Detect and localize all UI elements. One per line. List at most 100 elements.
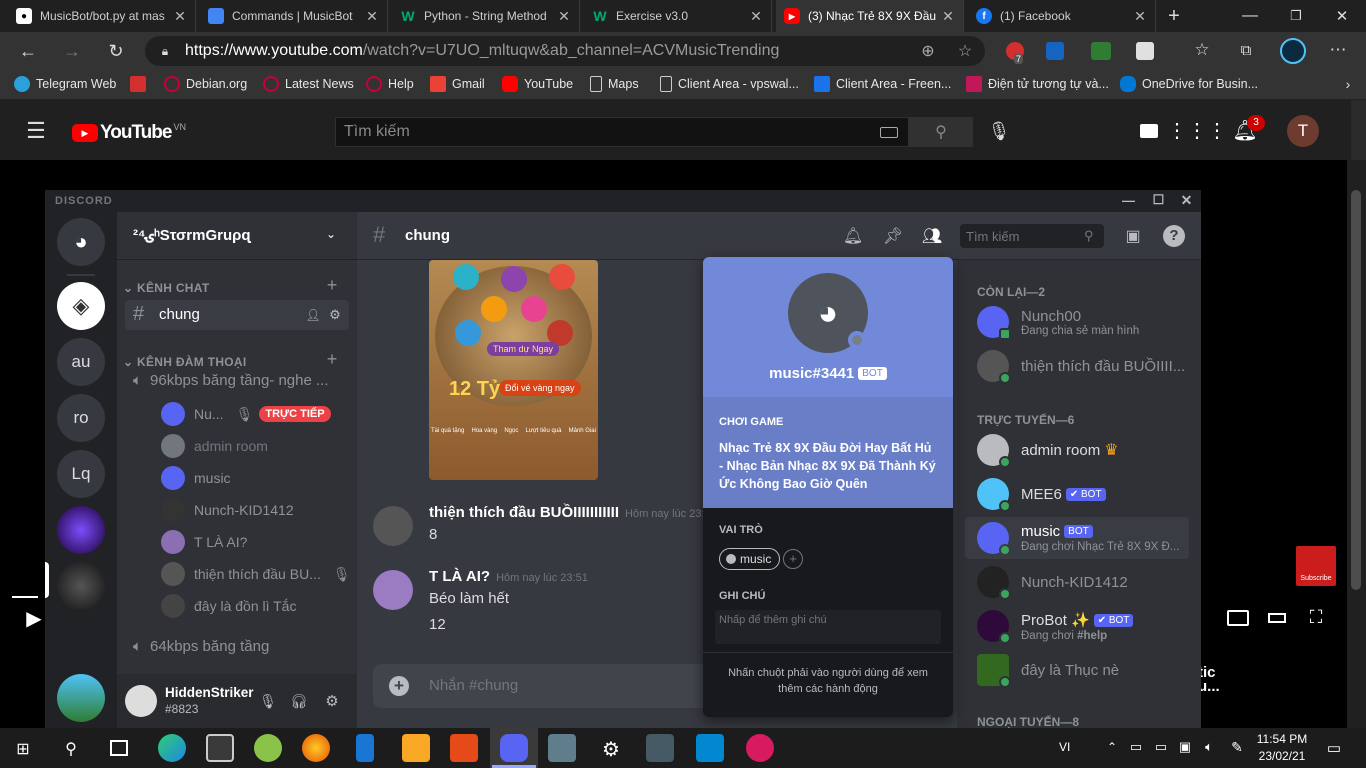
note-input[interactable]: Nhấp để thêm ghi chú (715, 610, 941, 644)
discord-home-icon[interactable]: ◕ (57, 218, 105, 266)
bookmark-telegram[interactable]: Telegram Web (14, 76, 116, 92)
close-icon[interactable]: ✕ (557, 8, 571, 25)
discord-icon[interactable] (500, 734, 528, 762)
member-item[interactable]: đây là Thục nè (977, 654, 1119, 688)
favorite-add-icon[interactable]: ☆ (955, 41, 975, 61)
close-icon[interactable]: ✕ (1133, 8, 1147, 25)
add-role-button[interactable]: + (783, 549, 803, 569)
help-icon[interactable]: ? (1163, 225, 1185, 247)
server-underworld-icon[interactable] (57, 562, 105, 610)
bookmark-debian[interactable]: Debian.org (164, 76, 247, 92)
role-pill[interactable]: music (719, 548, 781, 570)
channel-chung[interactable]: # chung 👤︎ ⚙ (125, 300, 349, 330)
new-tab-icon[interactable]: + (1162, 4, 1186, 28)
member-item[interactable]: admin room ♛ (977, 434, 1119, 468)
chevron-up-icon[interactable]: ⌃ (1104, 739, 1120, 755)
file-explorer-icon[interactable] (402, 734, 430, 762)
progress-bar[interactable] (12, 596, 38, 598)
search-icon[interactable]: ⚲ (60, 738, 82, 760)
category-text[interactable]: ⌄ KÊNH CHAT (123, 281, 209, 295)
bookmark-vpswal[interactable]: Client Area - vpswal... (660, 76, 799, 92)
avatar[interactable] (373, 570, 413, 610)
app-icon[interactable] (696, 734, 724, 762)
voice-user[interactable]: Nunch-KID1412 (161, 498, 294, 522)
chevron-down-icon[interactable]: ⌄ (323, 226, 339, 242)
settings-gear-icon[interactable]: ⚙ (598, 736, 624, 762)
close-icon[interactable]: ✕ (749, 8, 763, 25)
forward-icon[interactable]: → (60, 39, 84, 63)
bookmark-maps[interactable]: Maps (590, 76, 639, 92)
close-icon[interactable]: ✕ (941, 8, 955, 25)
voice-user[interactable]: music (161, 466, 231, 490)
bookmark-gmail[interactable]: Gmail (430, 76, 485, 92)
profile-avatar[interactable] (1280, 38, 1306, 64)
extension-icon[interactable] (1136, 42, 1154, 60)
user-settings-icon[interactable]: ⚙ (323, 692, 341, 710)
app-icon[interactable] (450, 734, 478, 762)
member-item[interactable]: MEE6 ✔ BOT (977, 478, 1106, 512)
category-voice[interactable]: ⌄ KÊNH ĐÀM THOẠI (123, 355, 247, 369)
battery-icon[interactable]: ▭ (1152, 739, 1170, 755)
search-button[interactable]: ⚲ (909, 117, 973, 147)
voice-user[interactable]: T LÀ AI? (161, 530, 247, 554)
fullscreen-icon[interactable]: ⛶ (1305, 606, 1327, 628)
tab-python[interactable]: W Python - String Method ✕ (392, 0, 580, 32)
add-channel-icon[interactable]: + (324, 275, 340, 295)
app-icon[interactable] (254, 734, 282, 762)
store-icon[interactable] (206, 734, 234, 762)
miniplayer-icon[interactable] (1227, 610, 1249, 626)
embedded-game-image[interactable]: Tham dự Ngay 12 Tỷ Đổi vé vàng ngay Tài … (429, 260, 598, 480)
notification-bell-icon[interactable]: 🔔︎ (843, 226, 863, 246)
action-center-icon[interactable]: ▭ (1324, 738, 1344, 758)
edge-icon[interactable] (158, 734, 186, 762)
favorites-icon[interactable]: ☆ (1192, 40, 1212, 60)
voice-channel-96kbps[interactable]: 🔈︎ 96kbps băng tầng- nghe ... (133, 372, 329, 389)
theater-mode-icon[interactable] (1268, 613, 1286, 623)
windows-start-icon[interactable]: ⊞ (12, 738, 34, 760)
pin-icon[interactable]: 📌︎ (883, 226, 903, 246)
maximize-icon[interactable]: ☐ (1151, 192, 1167, 208)
bookmark-pdf[interactable] (130, 76, 152, 92)
pen-icon[interactable]: ✎ (1228, 739, 1246, 755)
bookmark-help[interactable]: Help (366, 76, 414, 92)
network-icon[interactable]: ▣ (1176, 739, 1194, 755)
extension-icon[interactable] (1046, 42, 1064, 60)
add-channel-icon[interactable]: + (324, 349, 340, 369)
extension-icon[interactable] (1091, 42, 1111, 60)
create-video-icon[interactable] (1140, 124, 1158, 138)
tab-youtube[interactable]: ▶ (3) Nhạc Trẻ 8X 9X Đầu ✕ (776, 0, 964, 32)
voice-channel-64kbps[interactable]: 🔈︎ 64kbps băng tầng (133, 638, 269, 655)
avatar[interactable] (125, 685, 157, 717)
member-item[interactable]: thiện thích đầu BUỒIIII... (977, 350, 1185, 384)
member-item[interactable]: music BOT Đang chơi Nhạc Trẻ 8X 9X Đ... (977, 522, 1179, 556)
member-item[interactable]: Nunch00 Đang chia sẻ màn hình (977, 306, 1139, 340)
add-icon[interactable]: ⊕ (918, 41, 938, 61)
subscribe-watermark[interactable]: Subscribe (1296, 546, 1336, 586)
close-icon[interactable]: ✕ (1179, 192, 1195, 208)
bookmark-dien-tu[interactable]: Điện tử tương tự và... (966, 76, 1109, 92)
server-purple-icon[interactable] (57, 506, 105, 554)
minimize-icon[interactable]: — (1121, 192, 1137, 208)
back-icon[interactable]: ← (16, 39, 40, 63)
task-view-icon[interactable] (110, 740, 128, 756)
close-icon[interactable]: ✕ (173, 8, 187, 25)
app-icon[interactable] (356, 734, 374, 762)
debian-icon[interactable] (746, 734, 774, 762)
close-icon[interactable]: ✕ (365, 8, 379, 25)
url-field[interactable]: 🔒︎ https://www.youtube.com/watch?v=U7UO_… (145, 36, 985, 66)
avatar[interactable] (373, 506, 413, 546)
account-avatar[interactable]: T (1287, 115, 1319, 147)
server-lq[interactable]: Lq (57, 450, 105, 498)
server-game-icon[interactable] (57, 674, 105, 722)
app-icon[interactable] (646, 734, 674, 762)
server-au[interactable]: au (57, 338, 105, 386)
monitor-icon[interactable]: ▭ (1128, 739, 1144, 755)
voice-user[interactable]: Nu... 🎙︎ TRỰC TIẾP (161, 402, 331, 426)
close-window-icon[interactable]: ✕ (1330, 4, 1354, 28)
minimize-icon[interactable]: — (1238, 4, 1262, 28)
apps-grid-icon[interactable]: ⋮⋮⋮ (1167, 119, 1227, 142)
bookmark-latest-news[interactable]: Latest News (263, 76, 354, 92)
search-input[interactable]: Tìm kiếm ⚲ (960, 224, 1104, 248)
headphones-icon[interactable]: 🎧︎ (290, 692, 308, 710)
attach-plus-icon[interactable]: + (389, 676, 409, 696)
